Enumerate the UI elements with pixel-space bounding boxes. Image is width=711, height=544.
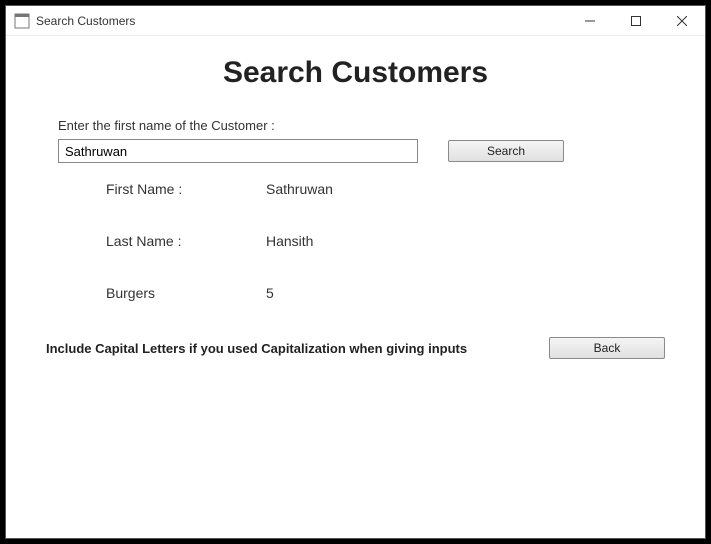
result-row-last-name: Last Name : Hansith — [106, 233, 665, 249]
result-row-burgers: Burgers 5 — [106, 285, 665, 301]
footer-row: Include Capital Letters if you used Capi… — [46, 337, 665, 359]
window-controls — [567, 6, 705, 35]
burgers-label: Burgers — [106, 285, 266, 301]
app-window: Search Customers Search Customers Ente — [5, 5, 706, 539]
search-button[interactable]: Search — [448, 140, 564, 162]
instruction-label: Enter the first name of the Customer : — [58, 118, 665, 133]
last-name-value: Hansith — [266, 233, 665, 249]
result-row-first-name: First Name : Sathruwan — [106, 181, 665, 197]
first-name-label: First Name : — [106, 181, 266, 197]
footer-note: Include Capital Letters if you used Capi… — [46, 341, 467, 356]
first-name-input[interactable] — [58, 139, 418, 163]
results-area: First Name : Sathruwan Last Name : Hansi… — [106, 181, 665, 301]
close-button[interactable] — [659, 6, 705, 35]
last-name-label: Last Name : — [106, 233, 266, 249]
search-row: Search — [58, 139, 665, 163]
back-button[interactable]: Back — [549, 337, 665, 359]
titlebar: Search Customers — [6, 6, 705, 36]
page-heading: Search Customers — [46, 56, 665, 90]
first-name-value: Sathruwan — [266, 181, 665, 197]
content-area: Search Customers Enter the first name of… — [6, 36, 705, 538]
burgers-value: 5 — [266, 285, 665, 301]
maximize-button[interactable] — [613, 6, 659, 35]
minimize-button[interactable] — [567, 6, 613, 35]
window-title: Search Customers — [36, 14, 567, 28]
outer-frame: Search Customers Search Customers Ente — [0, 0, 711, 544]
app-icon — [14, 13, 30, 29]
